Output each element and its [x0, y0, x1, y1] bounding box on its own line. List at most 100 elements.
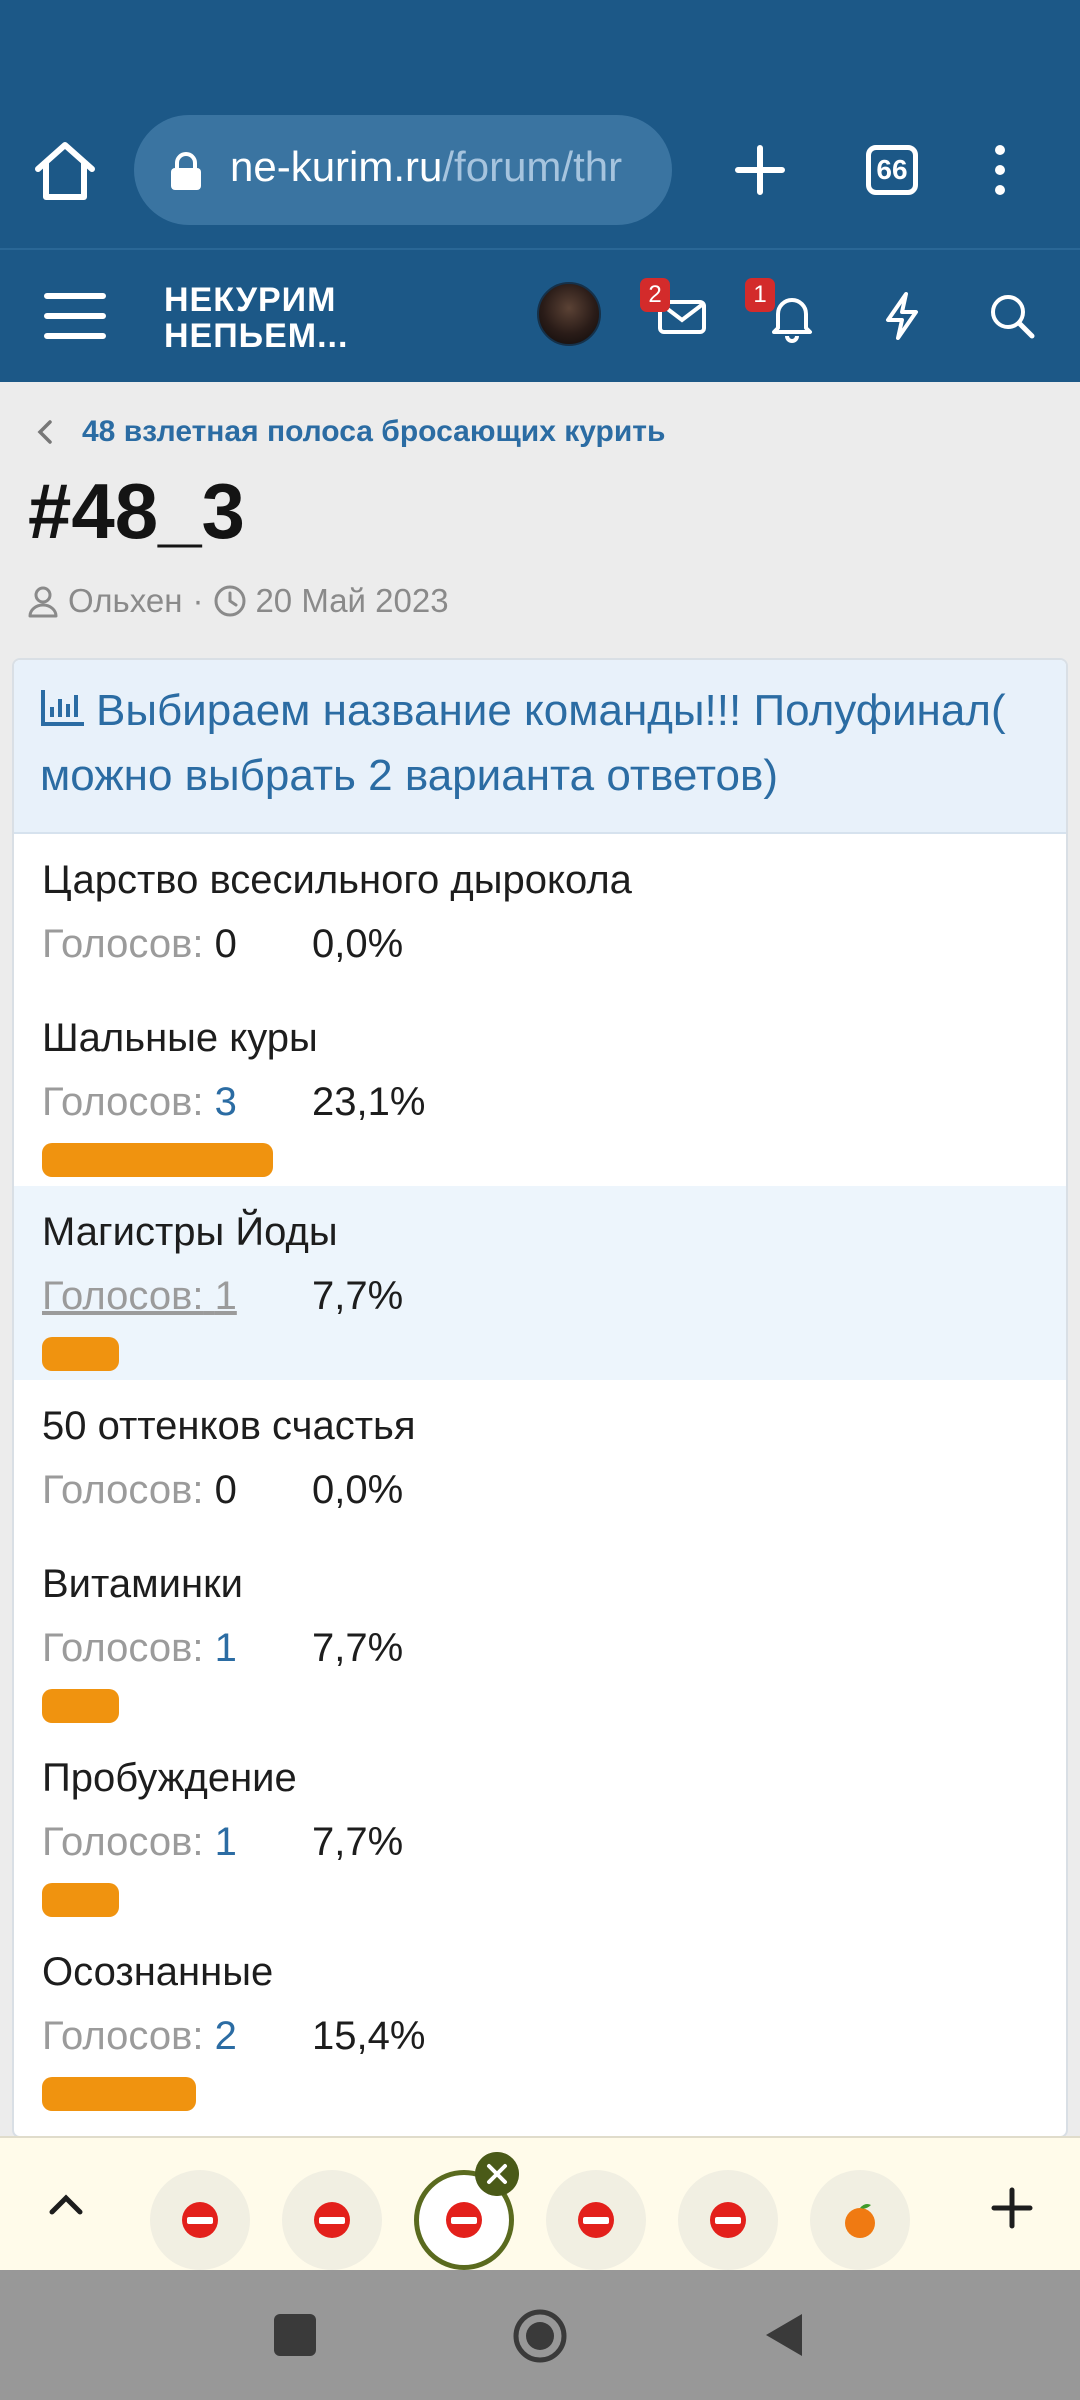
votes-count-link[interactable]: 2	[215, 2014, 237, 2058]
votes-count-link[interactable]: 1	[215, 1274, 237, 1318]
poll-option-label: Осознанные	[42, 1950, 274, 1994]
poll-option-votes[interactable]: Голосов: 2	[42, 2012, 312, 2060]
url-text: ne-kurim.ru/forum/thr	[230, 143, 622, 191]
poll-option-label: 50 оттенков счастья	[42, 1404, 416, 1448]
site-favicon-icon	[578, 2202, 614, 2238]
poll-option-stats: Голосов: 3 23,1%	[42, 1078, 1038, 1126]
votes-label: Голосов:	[42, 1468, 204, 1512]
site-header: НЕКУРИМ НЕПЬЕМ... 2 1	[0, 248, 1080, 382]
votes-count: 0	[214, 1468, 237, 1512]
poll-option-percent: 7,7%	[312, 1274, 404, 1318]
poll-option-stats: Голосов: 1 7,7%	[42, 1818, 1038, 1866]
system-nav-bar	[0, 2270, 1080, 2400]
thread-author[interactable]: Ольхен	[68, 582, 182, 620]
poll-option-stats: Голосов: 2 15,4%	[42, 2012, 1038, 2060]
votes-label: Голосов:	[42, 2014, 204, 2058]
site-logo[interactable]: НЕКУРИМ НЕПЬЕМ...	[164, 282, 348, 354]
poll-option-votes[interactable]: Голосов: 3	[42, 1078, 312, 1126]
votes-label: Голосов:	[42, 1820, 204, 1864]
user-icon	[28, 586, 58, 618]
menu-icon[interactable]	[44, 290, 106, 342]
bell-badge: 1	[745, 278, 775, 312]
votes-label: Голосов:	[42, 1274, 204, 1318]
poll-options: Царство всесильного дырокола Голосов: 0 …	[14, 834, 1066, 2120]
orange-fruit-icon	[845, 2204, 875, 2238]
poll-option-bar	[42, 1143, 273, 1177]
address-bar[interactable]: ne-kurim.ru/forum/thr	[134, 115, 672, 225]
more-vert-icon[interactable]	[985, 140, 1015, 200]
poll-option-bar	[42, 1337, 119, 1371]
poll-option-percent: 15,4%	[312, 2014, 426, 2058]
poll-option-label: Пробуждение	[42, 1756, 297, 1800]
chevron-up-icon[interactable]	[44, 2182, 88, 2226]
clock-icon	[214, 585, 246, 617]
poll-option-votes[interactable]: Голосов: 1	[42, 1624, 312, 1672]
votes-count-link[interactable]: 3	[215, 1080, 237, 1124]
tab-chip[interactable]	[810, 2170, 910, 2270]
logo-line-1: НЕКУРИМ	[164, 281, 337, 319]
recents-button[interactable]	[274, 2314, 316, 2356]
poll-option-label: Шальные куры	[42, 1016, 318, 1060]
tab-strip	[0, 2136, 1080, 2270]
thread-meta: Ольхен · 20 Май 2023	[26, 582, 449, 620]
plus-icon[interactable]	[728, 130, 792, 210]
votes-count-link[interactable]: 1	[215, 1626, 237, 1670]
poll-option: Царство всесильного дырокола Голосов: 0 …	[14, 834, 1066, 992]
breadcrumb[interactable]: 48 взлетная полоса бросающих курить	[30, 412, 665, 452]
votes-label: Голосов:	[42, 922, 204, 966]
lightning-icon[interactable]	[872, 286, 932, 346]
site-favicon-icon	[446, 2202, 482, 2238]
tab-chip[interactable]	[678, 2170, 778, 2270]
poll-option: Осознанные Голосов: 2 15,4%	[14, 1926, 1066, 2120]
site-favicon-icon	[314, 2202, 350, 2238]
poll-option-stats: Голосов: 0 0,0%	[42, 920, 1038, 968]
poll-option-votes[interactable]: Голосов: 1	[42, 1818, 312, 1866]
votes-count-link[interactable]: 1	[215, 1820, 237, 1864]
poll-option-percent: 7,7%	[312, 1820, 404, 1864]
poll-option-votes[interactable]: Голосов: 1	[42, 1272, 312, 1320]
poll-option-percent: 0,0%	[312, 1468, 404, 1512]
votes-count: 0	[214, 922, 237, 966]
home-circle-icon[interactable]	[512, 2308, 568, 2364]
close-icon[interactable]	[475, 2152, 519, 2196]
poll-option-stats: Голосов: 1 7,7%	[42, 1624, 1038, 1672]
poll-option-label: Царство всесильного дырокола	[42, 858, 632, 902]
poll-question: Выбираем название команды!!! Полуфинал( …	[40, 678, 1040, 808]
site-favicon-icon	[710, 2202, 746, 2238]
poll-option-percent: 0,0%	[312, 922, 404, 966]
chevron-left-icon	[37, 420, 52, 444]
meta-separator: ·	[192, 582, 204, 619]
url-path: /forum/thr	[442, 143, 623, 190]
poll-option-percent: 7,7%	[312, 1626, 404, 1670]
poll-option-label: Витаминки	[42, 1562, 243, 1606]
mail-badge: 2	[640, 278, 670, 312]
home-icon[interactable]	[30, 135, 100, 205]
bar-chart-icon	[41, 690, 84, 726]
poll-option-stats: Голосов: 0 0,0%	[42, 1466, 1038, 1514]
browser-toolbar: ne-kurim.ru/forum/thr 66	[0, 0, 1080, 248]
votes-label: Голосов:	[42, 1626, 204, 1670]
url-domain: ne-kurim.ru	[230, 143, 443, 190]
tab-chip[interactable]	[282, 2170, 382, 2270]
avatar[interactable]	[537, 282, 601, 346]
poll-option-stats: Голосов: 1 7,7%	[42, 1272, 1038, 1320]
tab-chip[interactable]	[546, 2170, 646, 2270]
poll-option: 50 оттенков счастья Голосов: 0 0,0%	[14, 1380, 1066, 1538]
breadcrumb-link[interactable]: 48 взлетная полоса бросающих курить	[82, 415, 665, 449]
plus-icon[interactable]	[990, 2186, 1034, 2230]
search-icon[interactable]	[982, 286, 1042, 346]
lock-icon	[171, 152, 201, 190]
tab-switcher-button[interactable]: 66	[866, 145, 918, 195]
poll-option-bar	[42, 1689, 119, 1723]
poll-block: Выбираем название команды!!! Полуфинал( …	[12, 658, 1068, 2138]
page-title: #48_3	[28, 467, 245, 555]
thread-date[interactable]: 20 Май 2023	[255, 582, 448, 620]
poll-option-percent: 23,1%	[312, 1080, 426, 1124]
poll-option: Витаминки Голосов: 1 7,7%	[14, 1538, 1066, 1732]
poll-question-text: Выбираем название команды!!! Полуфинал( …	[40, 686, 1006, 800]
back-triangle-icon[interactable]	[760, 2310, 806, 2360]
votes-label: Голосов:	[42, 1080, 204, 1124]
poll-header: Выбираем название команды!!! Полуфинал( …	[14, 660, 1066, 834]
poll-option-votes: Голосов: 0	[42, 1466, 312, 1514]
tab-chip[interactable]	[150, 2170, 250, 2270]
